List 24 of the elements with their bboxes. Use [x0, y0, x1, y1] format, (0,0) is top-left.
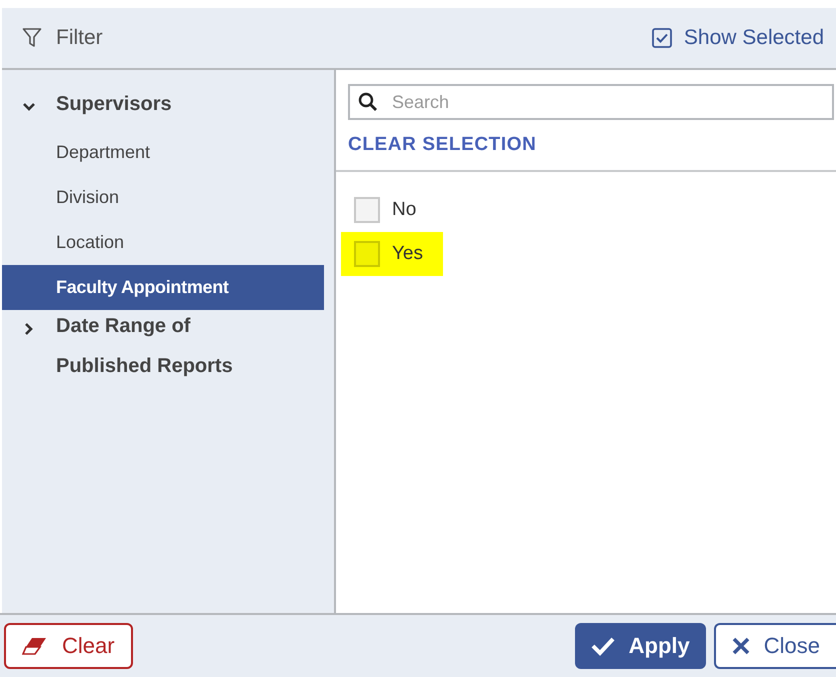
- sidebar-item[interactable]: Division: [2, 175, 324, 220]
- filter-icon: [22, 27, 42, 49]
- apply-button[interactable]: Apply: [574, 623, 706, 669]
- checkbox[interactable]: [354, 241, 380, 267]
- sidebar-item[interactable]: Location: [2, 220, 324, 265]
- group-header[interactable]: Date Range of Published Reports: [2, 310, 334, 392]
- check-icon: [590, 636, 615, 656]
- sidebar-item[interactable]: Department: [2, 130, 324, 175]
- option-label: Yes: [392, 243, 423, 265]
- filter-title: Filter: [56, 26, 103, 50]
- group-header[interactable]: Supervisors: [2, 88, 334, 130]
- show-selected-checkbox[interactable]: Show Selected: [652, 26, 824, 50]
- close-button[interactable]: Close: [714, 623, 836, 669]
- option-row[interactable]: No: [341, 188, 436, 232]
- sidebar-item[interactable]: Faculty Appointment: [2, 265, 324, 310]
- eraser-icon: [22, 636, 48, 656]
- search-field[interactable]: Search: [348, 84, 834, 120]
- clear-selection-link[interactable]: CLEAR SELECTION: [336, 120, 836, 172]
- clear-button[interactable]: Clear: [4, 623, 133, 669]
- search-icon: [358, 92, 378, 112]
- close-icon: [732, 637, 750, 655]
- highlighted-option[interactable]: Yes: [341, 232, 443, 276]
- checkbox[interactable]: [354, 197, 380, 223]
- option-label: No: [392, 199, 416, 221]
